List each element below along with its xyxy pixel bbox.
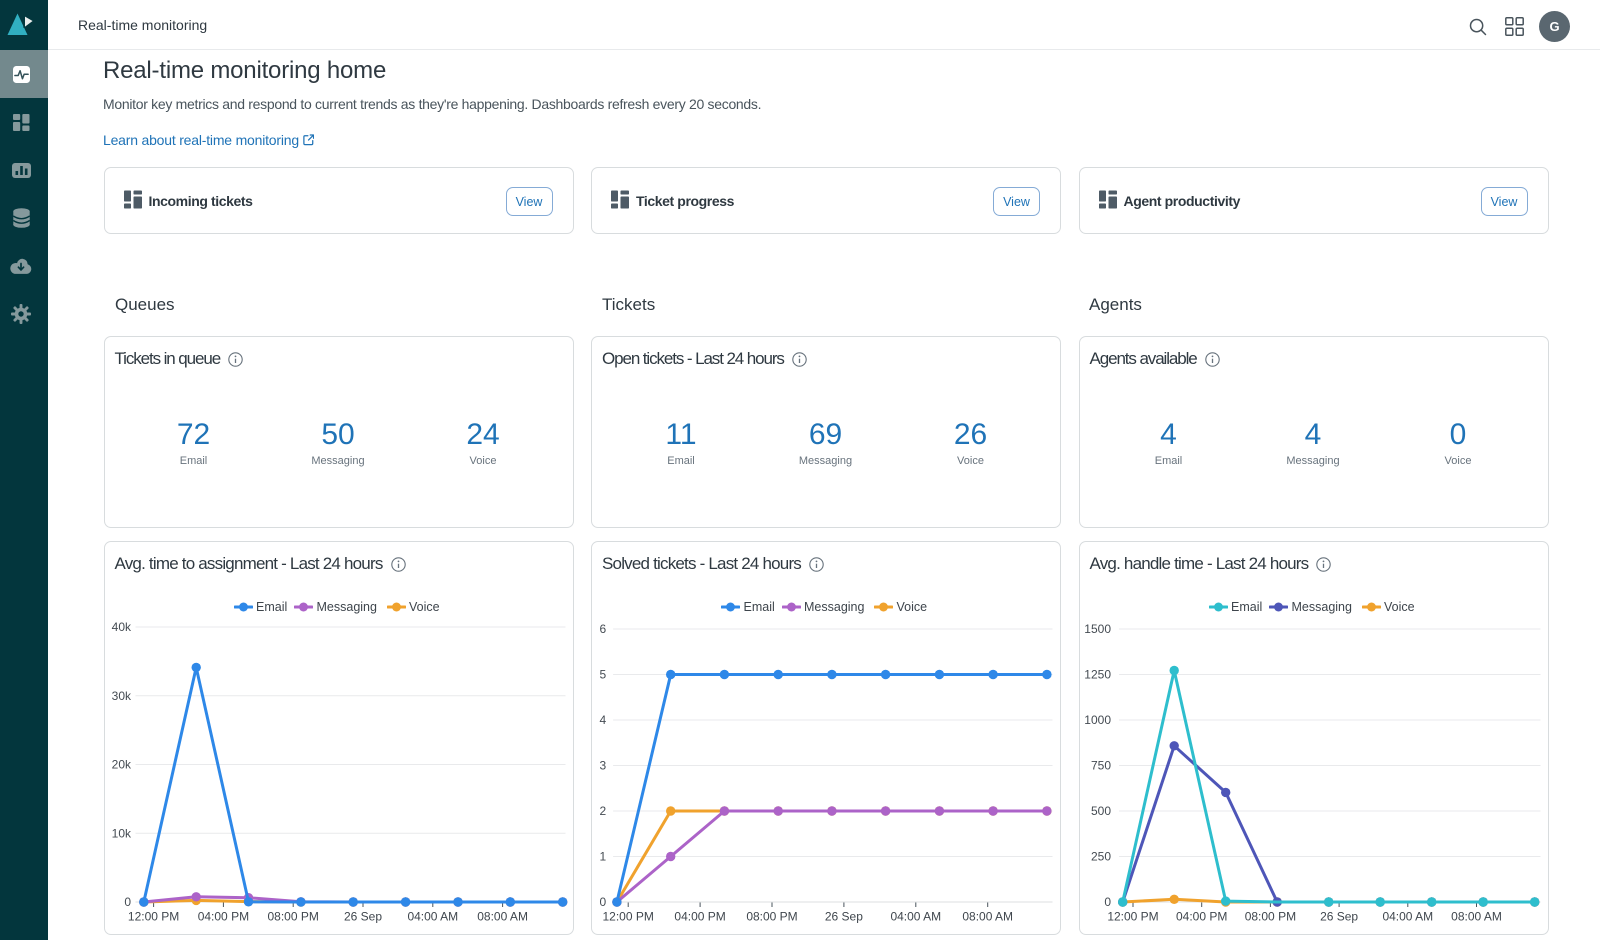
svg-text:5: 5: [600, 668, 607, 682]
svg-text:3: 3: [600, 759, 607, 773]
svg-text:4: 4: [600, 713, 607, 727]
svg-text:500: 500: [1090, 804, 1110, 818]
svg-text:26 Sep: 26 Sep: [343, 910, 381, 924]
svg-text:08:00 PM: 08:00 PM: [267, 910, 318, 924]
svg-text:0: 0: [124, 895, 131, 909]
svg-text:08:00 AM: 08:00 AM: [962, 910, 1013, 924]
svg-text:04:00 AM: 04:00 AM: [1382, 910, 1433, 924]
svg-text:750: 750: [1090, 759, 1110, 773]
svg-text:26 Sep: 26 Sep: [1320, 910, 1358, 924]
svg-text:04:00 PM: 04:00 PM: [197, 910, 248, 924]
svg-text:1250: 1250: [1084, 668, 1111, 682]
svg-text:08:00 AM: 08:00 AM: [477, 910, 528, 924]
svg-text:08:00 PM: 08:00 PM: [746, 910, 797, 924]
svg-text:1500: 1500: [1084, 622, 1111, 636]
svg-text:26 Sep: 26 Sep: [825, 910, 863, 924]
svg-text:0: 0: [600, 895, 607, 909]
svg-text:04:00 PM: 04:00 PM: [674, 910, 725, 924]
svg-text:1: 1: [600, 850, 607, 864]
svg-text:08:00 AM: 08:00 AM: [1451, 910, 1502, 924]
svg-text:1000: 1000: [1084, 713, 1111, 727]
svg-text:04:00 PM: 04:00 PM: [1176, 910, 1227, 924]
svg-text:6: 6: [600, 622, 607, 636]
svg-text:30k: 30k: [111, 689, 131, 703]
svg-text:2: 2: [600, 804, 607, 818]
svg-text:04:00 AM: 04:00 AM: [890, 910, 941, 924]
svg-text:20k: 20k: [111, 758, 131, 772]
svg-text:04:00 AM: 04:00 AM: [407, 910, 458, 924]
svg-text:0: 0: [1104, 895, 1111, 909]
svg-text:10k: 10k: [111, 826, 131, 840]
svg-text:40k: 40k: [111, 620, 131, 634]
svg-text:08:00 PM: 08:00 PM: [1244, 910, 1295, 924]
svg-text:12:00 PM: 12:00 PM: [127, 910, 178, 924]
svg-text:12:00 PM: 12:00 PM: [603, 910, 654, 924]
svg-text:12:00 PM: 12:00 PM: [1107, 910, 1158, 924]
svg-text:250: 250: [1090, 850, 1110, 864]
